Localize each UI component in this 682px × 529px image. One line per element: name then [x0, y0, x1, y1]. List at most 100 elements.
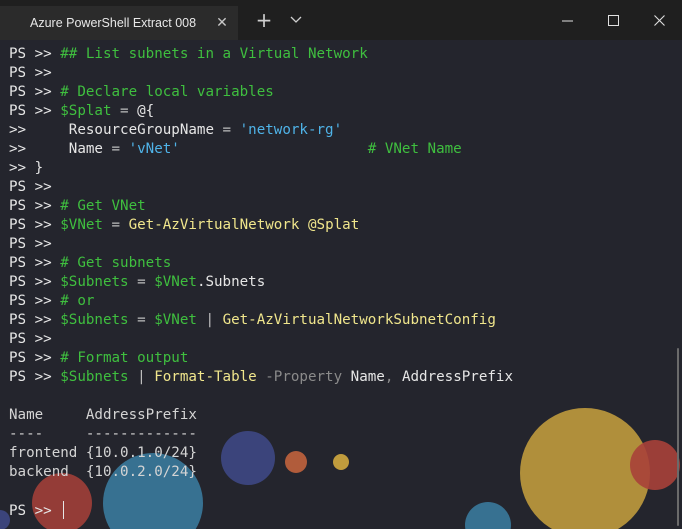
terminal-line: PS >> # Format output [9, 349, 513, 368]
token-prompt: PS >> [9, 179, 52, 195]
token-prompt: PS >> [9, 217, 61, 233]
terminal-pane[interactable]: PS >> ## List subnets in a Virtual Netwo… [0, 40, 682, 529]
token-comment: # VNet Name [367, 141, 462, 157]
token-comment: ## List subnets in a Virtual Network [60, 46, 368, 62]
token-var: $VNet [154, 274, 197, 290]
token-prompt: PS >> [9, 46, 61, 62]
terminal-line: PS >> [9, 501, 513, 520]
terminal-line: >> Name = 'vNet' # VNet Name [9, 140, 513, 159]
token-plain: ResourceGroupName [68, 122, 215, 138]
token-op: = [214, 122, 240, 138]
token-prompt: PS >> [9, 331, 52, 347]
title-bar: Azure PowerShell Extract 008 ✕ + [0, 0, 682, 40]
token-var: $Subnets [60, 274, 129, 290]
token-plain: Name [342, 369, 385, 385]
plus-icon[interactable]: + [246, 0, 282, 40]
token-op: | [196, 312, 223, 328]
token-out: frontend {10.0.1.0/24} [9, 445, 197, 461]
token-op: = [102, 141, 129, 157]
token-prompt: PS >> [9, 198, 61, 214]
terminal-line: PS >> # or [9, 292, 513, 311]
tab-azure-powershell[interactable]: Azure PowerShell Extract 008 ✕ [0, 6, 238, 40]
token-plain: @{ [137, 103, 155, 119]
terminal-line: PS >> [9, 330, 513, 349]
terminal-line: PS >> # Get subnets [9, 254, 513, 273]
token-op: = [128, 274, 155, 290]
token-var: $VNet [60, 217, 103, 233]
token-param: -Property [256, 369, 343, 385]
terminal-line: PS >> # Get VNet [9, 197, 513, 216]
token-comment: # or [60, 293, 95, 309]
token-var: $Subnets [60, 312, 129, 328]
token-prompt: PS >> [9, 369, 61, 385]
terminal-line: backend {10.0.2.0/24} [9, 463, 513, 482]
chevron-down-icon[interactable] [282, 0, 310, 40]
maximize-icon[interactable] [590, 0, 636, 40]
token-prompt: >> [9, 160, 35, 176]
token-str: 'network-rg' [239, 122, 343, 138]
title-bar-drag-area[interactable] [310, 0, 544, 40]
token-plain: } [34, 160, 44, 176]
terminal-line: PS >> # Declare local variables [9, 83, 513, 102]
token-comment: # Get VNet [60, 198, 146, 214]
token-splat: @Splat [307, 217, 360, 233]
terminal-line: Name AddressPrefix [9, 406, 513, 425]
token-prompt: PS >> [9, 350, 61, 366]
token-cmd: Get-AzVirtualNetwork [128, 217, 300, 233]
token-plain: .Subnets [196, 274, 266, 290]
token-op: = [128, 312, 155, 328]
token-str: 'vNet' [128, 141, 180, 157]
token-prompt: PS >> [9, 312, 61, 328]
token-prompt: PS >> [9, 255, 61, 271]
text-cursor [63, 501, 65, 519]
token-comment: # Declare local variables [60, 84, 274, 100]
terminal-line: frontend {10.0.1.0/24} [9, 444, 513, 463]
token-var: $Subnets [60, 369, 129, 385]
token-cmd: Format-Table [154, 369, 257, 385]
terminal-line: PS >> $VNet = Get-AzVirtualNetwork @Spla… [9, 216, 513, 235]
terminal-line: PS >> $Subnets = $VNet.Subnets [9, 273, 513, 292]
close-icon[interactable]: ✕ [210, 11, 234, 35]
token-prompt: PS >> [9, 503, 61, 519]
terminal-line: PS >> $Subnets = $VNet | Get-AzVirtualNe… [9, 311, 513, 330]
token-op: | [128, 369, 155, 385]
close-icon[interactable] [636, 0, 682, 40]
terminal-output[interactable]: PS >> ## List subnets in a Virtual Netwo… [9, 45, 513, 520]
token-op: = [111, 103, 138, 119]
token-prompt: PS >> [9, 293, 61, 309]
token-plain: AddressPrefix [393, 369, 513, 385]
minimize-icon[interactable] [544, 0, 590, 40]
terminal-line: PS >> $Subnets | Format-Table -Property … [9, 368, 513, 387]
terminal-window: Azure PowerShell Extract 008 ✕ + PS >> #… [0, 0, 682, 529]
terminal-line: PS >> [9, 235, 513, 254]
terminal-line: PS >> ## List subnets in a Virtual Netwo… [9, 45, 513, 64]
scrollbar[interactable] [677, 348, 679, 526]
token-out: ---- ------------- [9, 426, 197, 442]
token-var: $VNet [154, 312, 197, 328]
token-prompt: PS >> [9, 236, 52, 252]
token-prompt: PS >> [9, 84, 61, 100]
token-var: $Splat [60, 103, 112, 119]
terminal-line: PS >> $Splat = @{ [9, 102, 513, 121]
terminal-line: ---- ------------- [9, 425, 513, 444]
token-out: backend {10.0.2.0/24} [9, 464, 197, 480]
terminal-line: >> } [9, 159, 513, 178]
token-prompt: PS >> [9, 103, 61, 119]
terminal-line: >> ResourceGroupName = 'network-rg' [9, 121, 513, 140]
token-prompt: >> [9, 122, 69, 138]
token-comment: # Format output [60, 350, 189, 366]
terminal-line: PS >> [9, 64, 513, 83]
token-cmd: Get-AzVirtualNetworkSubnetConfig [222, 312, 496, 328]
token-plain: Name [68, 141, 103, 157]
token-comment: # Get subnets [60, 255, 172, 271]
token-out: Name AddressPrefix [9, 407, 197, 423]
tab-title: Azure PowerShell Extract 008 [30, 16, 197, 30]
token-prompt: PS >> [9, 65, 52, 81]
terminal-line: PS >> [9, 178, 513, 197]
token-prompt: PS >> [9, 274, 61, 290]
token-prompt: >> [9, 141, 69, 157]
